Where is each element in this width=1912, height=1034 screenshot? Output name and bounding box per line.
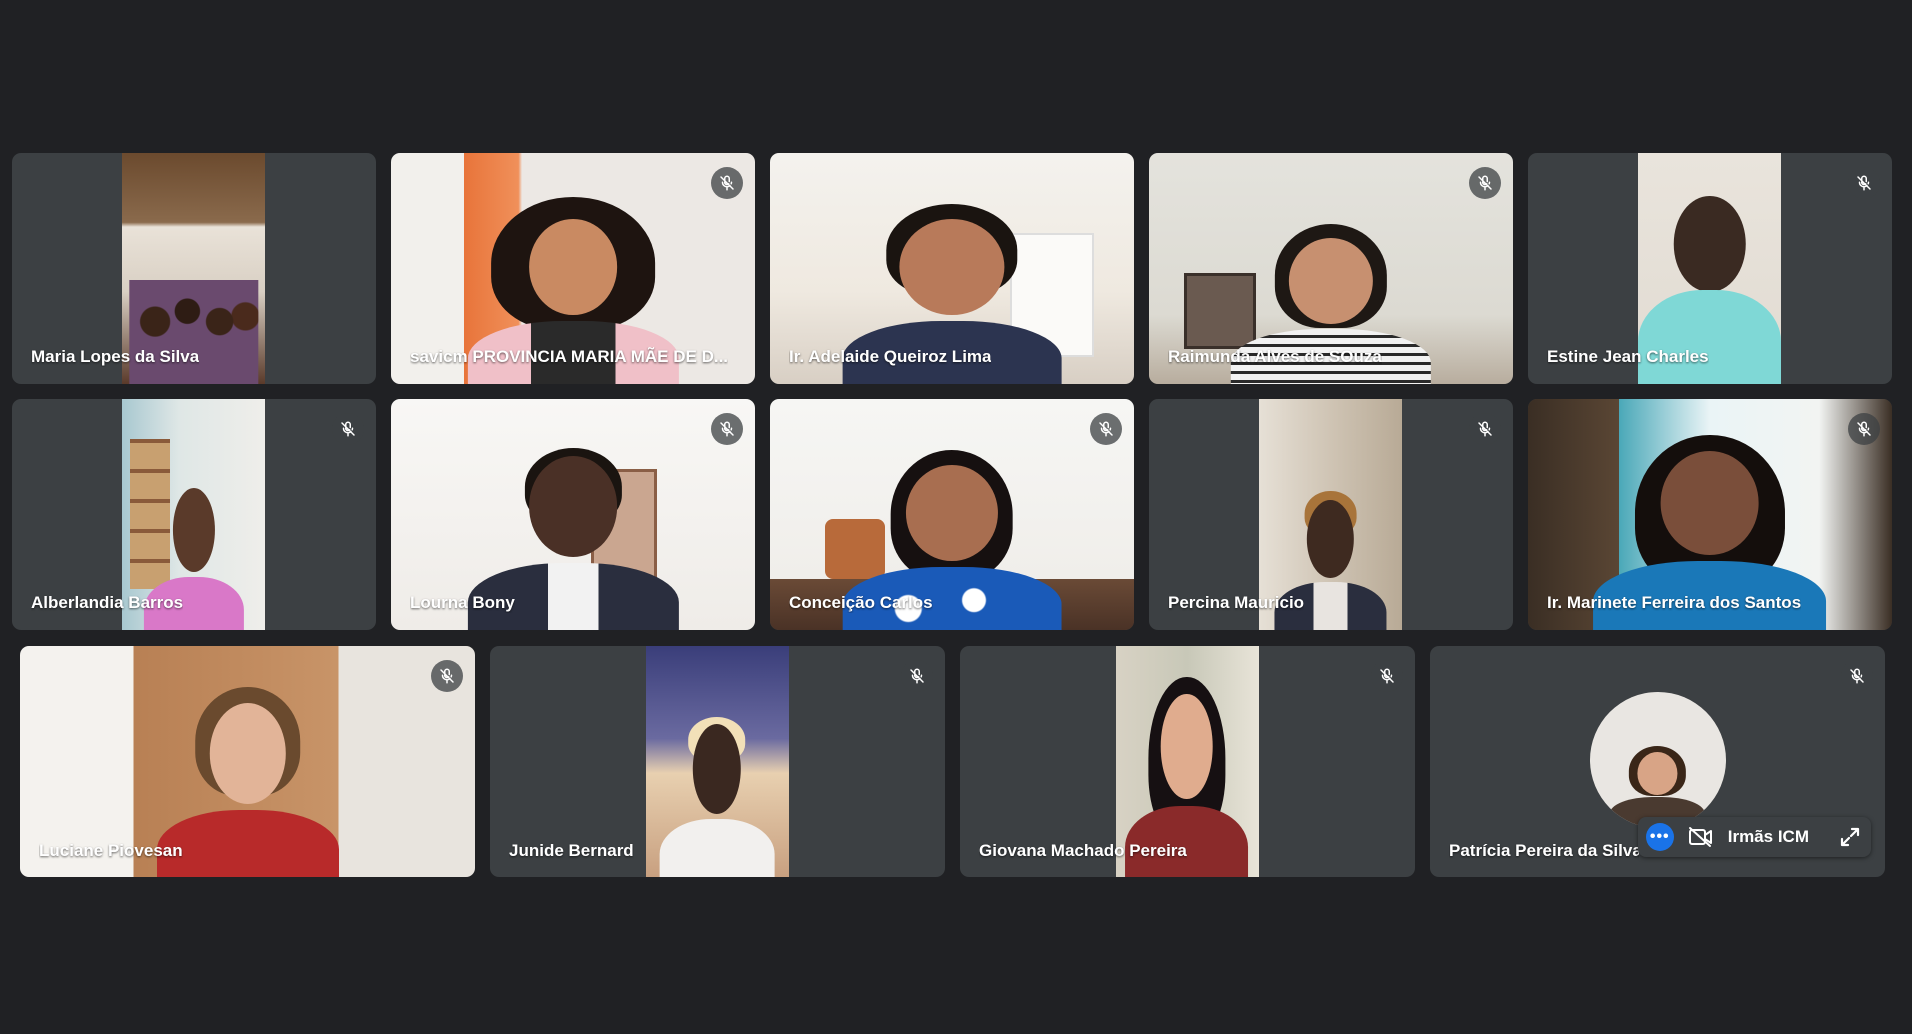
participant-name: Conceição Carlos bbox=[789, 593, 933, 612]
video-call-grid: Maria Lopes da Silva savicm PROVINCIA MA… bbox=[0, 0, 1912, 1034]
mic-off-icon bbox=[1090, 413, 1122, 445]
participant-tile[interactable]: Luciane Piovesan bbox=[20, 646, 475, 877]
mic-off-icon bbox=[332, 413, 364, 445]
participant-tile[interactable]: Percina Mauricio bbox=[1149, 399, 1513, 630]
participant-tile[interactable]: Patrícia Pereira da Silva ••• Irmãs ICM bbox=[1430, 646, 1885, 877]
participant-tile[interactable]: Raimunda Alves de SOuza bbox=[1149, 153, 1513, 384]
participant-name: Ir. Adelaide Queiroz Lima bbox=[789, 347, 992, 366]
participant-tile[interactable]: Ir. Adelaide Queiroz Lima bbox=[770, 153, 1134, 384]
participant-tile[interactable]: Giovana Machado Pereira bbox=[960, 646, 1415, 877]
mic-off-icon bbox=[1469, 167, 1501, 199]
participant-tile[interactable]: Estine Jean Charles bbox=[1528, 153, 1892, 384]
tile-row-1: Maria Lopes da Silva savicm PROVINCIA MA… bbox=[12, 153, 1892, 384]
participant-name: Luciane Piovesan bbox=[39, 841, 183, 860]
avatar bbox=[1589, 692, 1726, 828]
mic-off-icon bbox=[1371, 660, 1403, 692]
tile-row-2: Alberlandia Barros Lourna Bony Conceição… bbox=[12, 399, 1892, 630]
participant-name: Percina Mauricio bbox=[1168, 593, 1305, 612]
self-view-label: Irmãs ICM bbox=[1727, 827, 1809, 846]
participant-name: Ir. Marinete Ferreira dos Santos bbox=[1547, 593, 1802, 612]
mic-off-icon bbox=[711, 413, 743, 445]
participant-name: Maria Lopes da Silva bbox=[31, 347, 200, 366]
tile-row-3: Luciane Piovesan Junide Bernard Giovana … bbox=[20, 646, 1885, 877]
mic-off-icon bbox=[901, 660, 933, 692]
mic-off-icon bbox=[711, 167, 743, 199]
participant-tile[interactable]: Alberlandia Barros bbox=[12, 399, 376, 630]
participant-video bbox=[645, 646, 789, 877]
mic-off-icon bbox=[1841, 660, 1873, 692]
participant-name: Junide Bernard bbox=[509, 841, 634, 860]
participant-name: Raimunda Alves de SOuza bbox=[1168, 347, 1382, 366]
participant-name: savicm PROVINCIA MARIA MÃE DE D... bbox=[410, 347, 729, 366]
participant-name: Estine Jean Charles bbox=[1547, 347, 1709, 366]
participant-name: Patrícia Pereira da Silva bbox=[1449, 841, 1639, 860]
expand-icon[interactable] bbox=[1839, 826, 1861, 848]
participant-name: Alberlandia Barros bbox=[31, 593, 184, 612]
participant-tile[interactable]: Junide Bernard bbox=[490, 646, 945, 877]
more-options-icon[interactable]: ••• bbox=[1645, 823, 1674, 851]
camera-off-icon[interactable] bbox=[1688, 826, 1714, 848]
self-view-bar: ••• Irmãs ICM bbox=[1637, 817, 1871, 857]
mic-off-icon bbox=[1469, 413, 1501, 445]
participant-name: Giovana Machado Pereira bbox=[979, 841, 1187, 860]
mic-off-icon bbox=[431, 660, 463, 692]
participant-tile[interactable]: Maria Lopes da Silva bbox=[12, 153, 376, 384]
participant-name: Lourna Bony bbox=[410, 593, 515, 612]
participant-tile[interactable]: Ir. Marinete Ferreira dos Santos bbox=[1528, 399, 1892, 630]
mic-off-icon bbox=[1848, 413, 1880, 445]
participant-tile[interactable]: savicm PROVINCIA MARIA MÃE DE D... bbox=[391, 153, 755, 384]
mic-off-icon bbox=[1848, 167, 1880, 199]
participant-tile[interactable]: Conceição Carlos bbox=[770, 399, 1134, 630]
participant-tile[interactable]: Lourna Bony bbox=[391, 399, 755, 630]
